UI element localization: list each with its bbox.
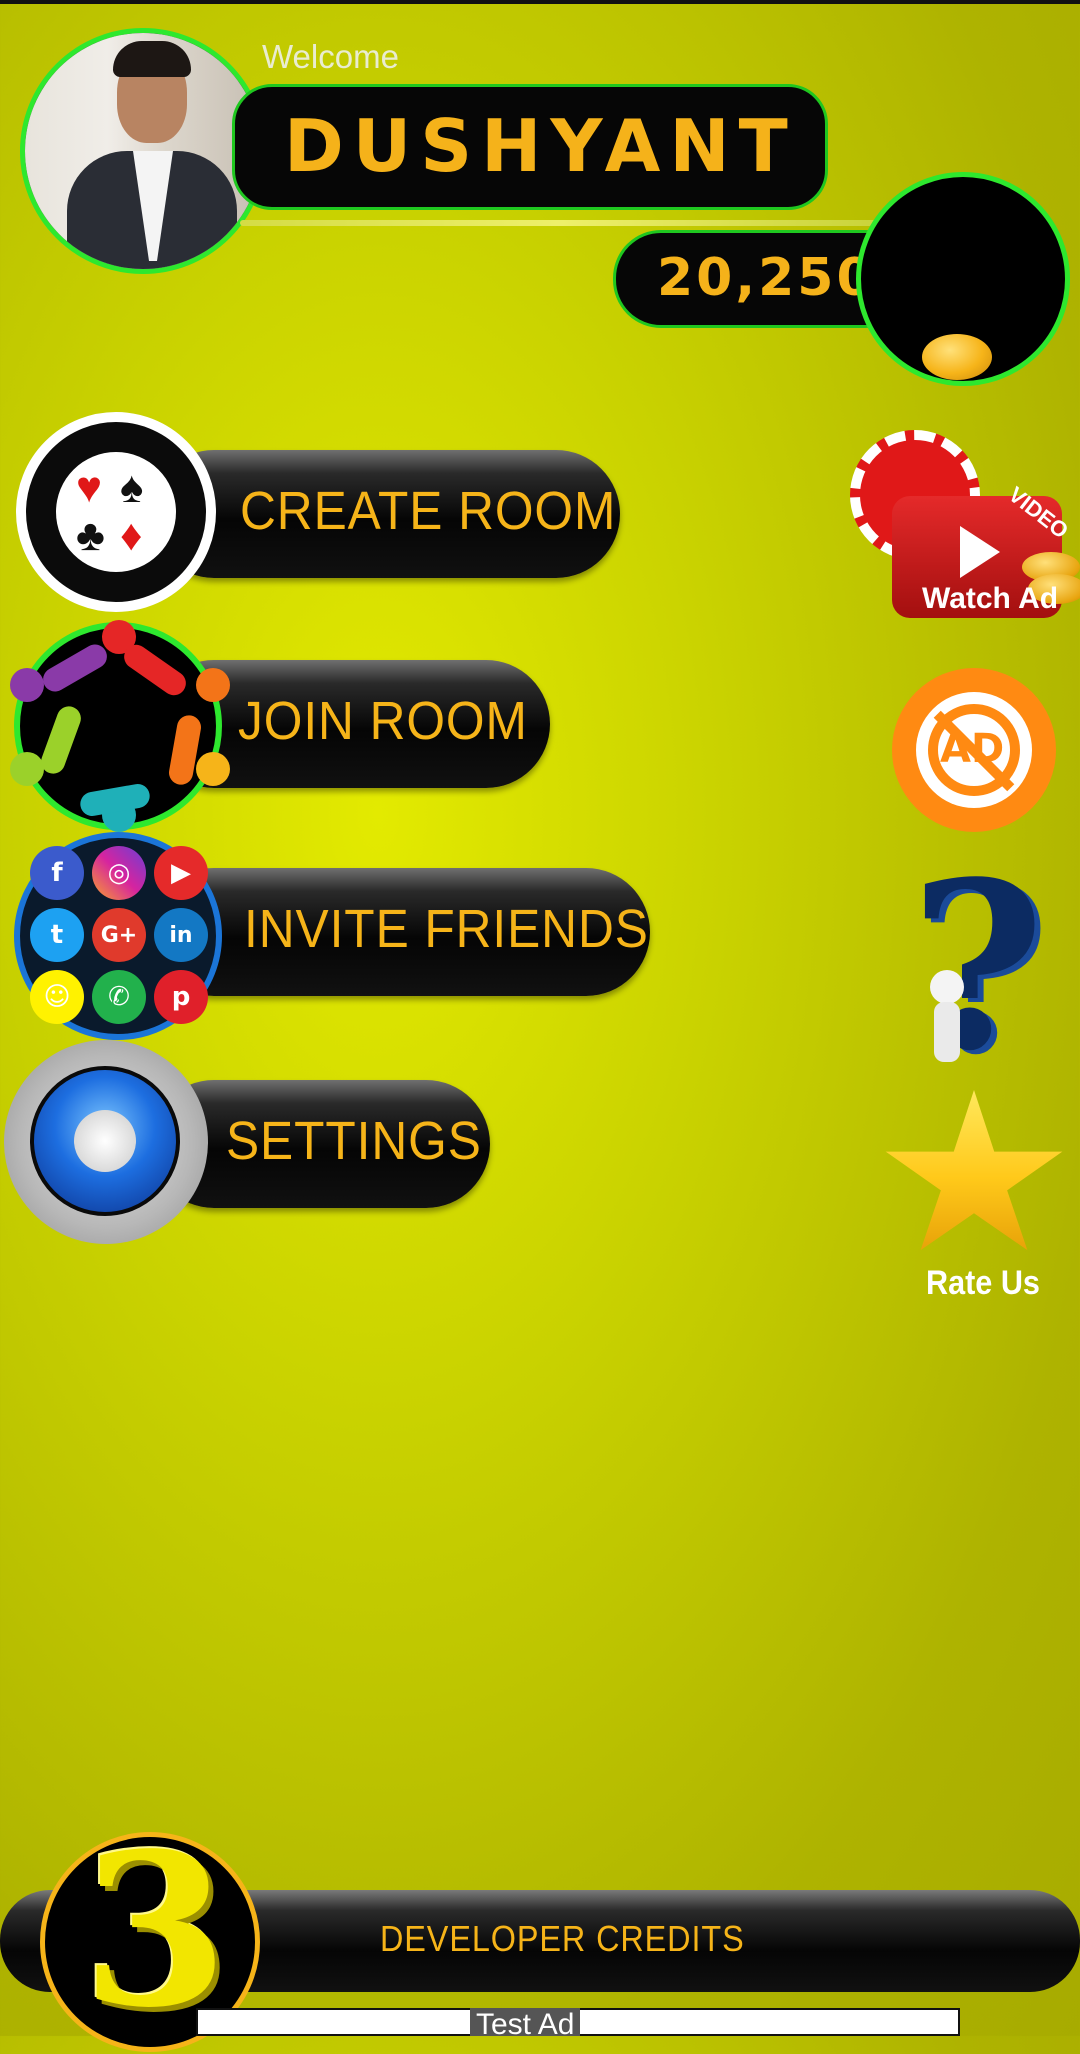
watch-ad-label: Watch Ad bbox=[922, 582, 1059, 615]
chip-face: ♥ ♠ ♣ ♦ bbox=[56, 452, 176, 572]
coin-icon bbox=[922, 334, 992, 380]
join-room-icon bbox=[10, 620, 230, 832]
help-figure-head bbox=[930, 970, 964, 1004]
status-bar bbox=[0, 0, 1080, 4]
star-icon bbox=[885, 1090, 1063, 1251]
avatar[interactable] bbox=[20, 28, 266, 274]
header-divider bbox=[240, 220, 880, 226]
spade-suit-icon: ♠ bbox=[120, 463, 144, 512]
snapchat-icon: ☺ bbox=[30, 970, 84, 1024]
diamond-suit-icon: ♦ bbox=[120, 511, 143, 560]
join-room-label: JOIN ROOM bbox=[238, 691, 528, 751]
heart-suit-icon: ♥ bbox=[76, 463, 103, 512]
coin-balance: 20,250 bbox=[657, 248, 876, 308]
person-yellow bbox=[196, 752, 230, 786]
whatsapp-icon: ✆ bbox=[92, 970, 146, 1024]
create-room-label: CREATE ROOM bbox=[240, 481, 617, 541]
linkedin-icon: in bbox=[154, 908, 208, 962]
developer-credits-label: DEVELOPER CREDITS bbox=[380, 1918, 745, 1959]
settings-label: SETTINGS bbox=[226, 1111, 482, 1171]
facebook-icon: f bbox=[30, 846, 84, 900]
username: DUSHYANT bbox=[284, 104, 797, 188]
rate-us-label: Rate Us bbox=[926, 1264, 1040, 1302]
arm-red bbox=[119, 640, 191, 700]
help-figure-body bbox=[934, 1002, 960, 1062]
person-orange bbox=[196, 668, 230, 702]
gear-center bbox=[74, 1110, 136, 1172]
youtube-icon: ▶ bbox=[154, 846, 208, 900]
question-mark-icon: ? bbox=[910, 832, 1045, 1102]
instagram-icon: ◎ bbox=[92, 846, 146, 900]
twitter-icon: t bbox=[30, 908, 84, 962]
invite-friends-label: INVITE FRIENDS bbox=[244, 899, 649, 959]
club-suit-icon: ♣ bbox=[76, 511, 105, 560]
social-share-icon: f ◎ ▶ t G+ in ☺ ✆ p bbox=[14, 832, 222, 1040]
person-green bbox=[10, 752, 44, 786]
arm-purple bbox=[38, 640, 112, 696]
pinterest-icon: p bbox=[154, 970, 208, 1024]
arm-green bbox=[37, 703, 85, 777]
play-icon bbox=[960, 526, 1000, 578]
google-plus-icon: G+ bbox=[92, 908, 146, 962]
avatar-hair bbox=[113, 41, 191, 77]
poker-chip-icon: ♥ ♠ ♣ ♦ bbox=[16, 412, 216, 612]
welcome-label: Welcome bbox=[262, 38, 399, 75]
banner-ad-label: Test Ad bbox=[470, 2008, 581, 2036]
developer-logo-digit: 3 bbox=[82, 1807, 229, 2054]
person-purple bbox=[10, 668, 44, 702]
